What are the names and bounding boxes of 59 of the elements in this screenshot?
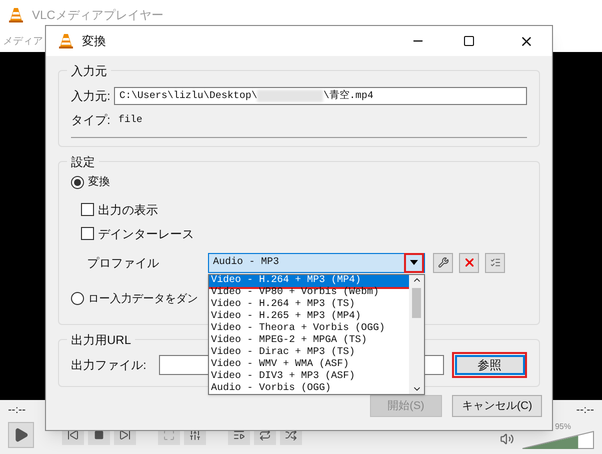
profile-option[interactable]: Video - Dirac + MP3 (TS) [209,346,409,358]
dialog-button[interactable]: キャンセル(C) [452,395,542,417]
group-label: 入力元 [67,63,111,79]
volume-reading: 95% [554,422,571,430]
checkbox-label: デインターレース [98,226,194,242]
wrench-icon [438,257,448,268]
radio-button[interactable] [71,176,84,189]
playlist-icon [233,429,245,441]
play-button[interactable] [8,422,34,448]
profile-option[interactable]: Video - WMV + WMA (ASF) [209,358,409,370]
delete-icon [462,256,476,269]
profile-option[interactable]: Video - H.264 + MP3 (MP4) [209,274,409,286]
maximize-icon[interactable] [463,35,475,47]
profile-option[interactable]: Video - H.265 + MP3 (MP4) [209,310,409,322]
stop-icon [94,430,104,440]
source-path-field[interactable]: C:\Users\lizlu\Desktop\ \青空.mp4 [114,87,527,105]
play-icon [13,427,29,443]
scrollbar[interactable] [409,274,424,394]
window-title: VLCメディアプレイヤー [32,7,164,24]
speaker-icon[interactable] [500,432,514,446]
scrollbar-thumb[interactable] [412,288,421,318]
caret-icon [410,260,418,265]
field-label: 出力ファイル: [71,357,148,374]
edit-profile-button[interactable] [433,252,453,272]
delete-profile-button[interactable] [459,252,479,272]
new-profile-button[interactable] [485,252,505,272]
browse-button[interactable]: 参照 [452,352,527,378]
profile-option[interactable]: Audio - Vorbis (OGG) [209,382,409,394]
profile-option[interactable]: Video - Theora + Vorbis (OGG) [209,322,409,334]
shuffle-icon [285,429,297,441]
traffic-cone-icon [8,7,24,23]
dialog-title: 変換 [82,33,106,50]
group-label: 出力用URL [67,332,136,348]
skip-forward-icon [119,429,131,441]
profile-option[interactable]: Video - H.264 + MP3 (TS) [209,298,409,310]
skip-back-icon [67,429,79,441]
checkbox[interactable] [81,203,94,216]
repeat-icon [259,429,271,441]
field-label: タイプ: [71,112,110,129]
group-label: 設定 [67,154,99,170]
radio-label: 変換 [88,174,110,190]
volume-slider[interactable] [522,430,594,448]
profile-option[interactable]: Video - DIV3 + MP3 (ASF) [209,370,409,382]
radio-label: ロー入力データをダン [88,292,198,306]
sliders-icon [189,429,201,441]
profile-option[interactable]: Video - MPEG-2 + MPGA (TS) [209,334,409,346]
checklist-icon [490,257,500,268]
fullscreen-icon [163,429,175,441]
checkbox[interactable] [81,227,94,240]
profile-label: プロファイル [87,254,160,272]
type-value: file [118,114,142,128]
field-label: 入力元: [71,88,110,105]
profile-option[interactable]: Video - VP80 + Vorbis (Webm) [209,286,409,298]
radio-button[interactable] [71,292,84,306]
traffic-cone-icon [58,33,74,49]
checkbox-label: 出力の表示 [98,202,158,218]
profile-dropdown[interactable]: Audio - MP3 [208,252,425,272]
total-time: --:-- [576,402,594,418]
elapsed-time: --:-- [8,402,26,418]
